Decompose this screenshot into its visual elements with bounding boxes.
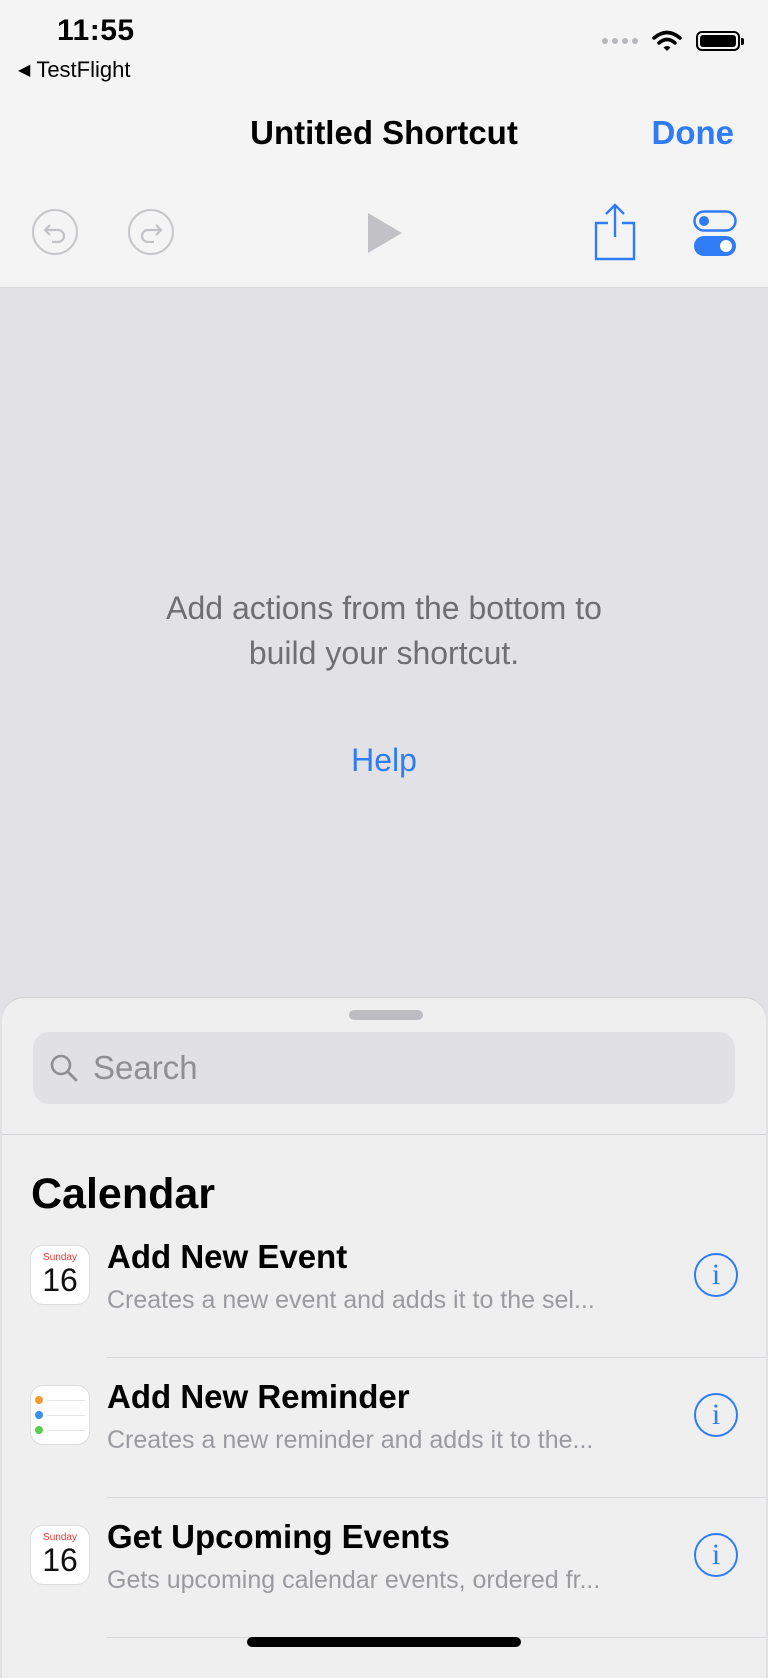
back-app-label: TestFlight [36, 57, 131, 82]
action-library-sheet: Search Calendar Sunday 16 Add New Event … [2, 998, 766, 1678]
wifi-icon [652, 30, 682, 51]
status-indicators [602, 30, 744, 52]
search-field[interactable]: Search [33, 1032, 735, 1104]
info-icon[interactable]: i [694, 1253, 738, 1297]
search-input[interactable]: Search [93, 1049, 198, 1087]
undo-icon [43, 224, 66, 243]
undo-button[interactable] [32, 209, 78, 255]
calendar-icon: Sunday 16 [31, 1526, 89, 1584]
home-indicator[interactable] [247, 1637, 521, 1647]
status-time: 11:55 [57, 14, 135, 47]
action-row-get-upcoming-events[interactable]: Sunday 16 Get Upcoming Events Gets upcom… [2, 1498, 766, 1638]
section-title-calendar: Calendar [31, 1170, 216, 1218]
search-icon [50, 1054, 78, 1082]
action-title: Add New Reminder [107, 1378, 410, 1415]
empty-state-line-1: Add actions from the bottom to [166, 590, 602, 626]
action-subtitle: Creates a new reminder and adds it to th… [107, 1426, 594, 1454]
back-to-app-link[interactable]: ◀ TestFlight [18, 57, 130, 83]
share-icon[interactable] [594, 203, 636, 261]
info-icon[interactable]: i [694, 1393, 738, 1437]
action-title: Add New Event [107, 1238, 348, 1275]
cellular-signal-icon [602, 38, 638, 44]
help-link[interactable]: Help [0, 742, 768, 779]
top-bar: 11:55 ◀ TestFlight Untitled Shortcut Don… [0, 0, 768, 288]
info-icon[interactable]: i [694, 1533, 738, 1577]
action-subtitle: Gets upcoming calendar events, ordered f… [107, 1566, 601, 1594]
settings-toggle-icon[interactable] [693, 210, 737, 258]
action-subtitle: Creates a new event and adds it to the s… [107, 1286, 595, 1314]
calendar-icon-date: 16 [42, 1262, 78, 1298]
action-title: Get Upcoming Events [107, 1518, 450, 1555]
calendar-icon-date: 16 [42, 1542, 78, 1578]
redo-icon [140, 224, 163, 243]
action-row-add-new-reminder[interactable]: Add New Reminder Creates a new reminder … [2, 1358, 766, 1498]
empty-state-message: Add actions from the bottom to build you… [0, 586, 768, 676]
divider [2, 1134, 766, 1135]
calendar-icon: Sunday 16 [31, 1246, 89, 1304]
redo-button[interactable] [128, 209, 174, 255]
action-row-add-new-event[interactable]: Sunday 16 Add New Event Creates a new ev… [2, 1218, 766, 1358]
sheet-grabber-handle[interactable] [349, 1010, 423, 1020]
play-icon[interactable] [366, 213, 402, 253]
empty-state-line-2: build your shortcut. [248, 635, 520, 671]
back-arrow-icon: ◀ [18, 62, 31, 79]
battery-icon [696, 31, 744, 51]
done-button[interactable]: Done [652, 114, 735, 152]
reminders-icon [31, 1386, 89, 1444]
